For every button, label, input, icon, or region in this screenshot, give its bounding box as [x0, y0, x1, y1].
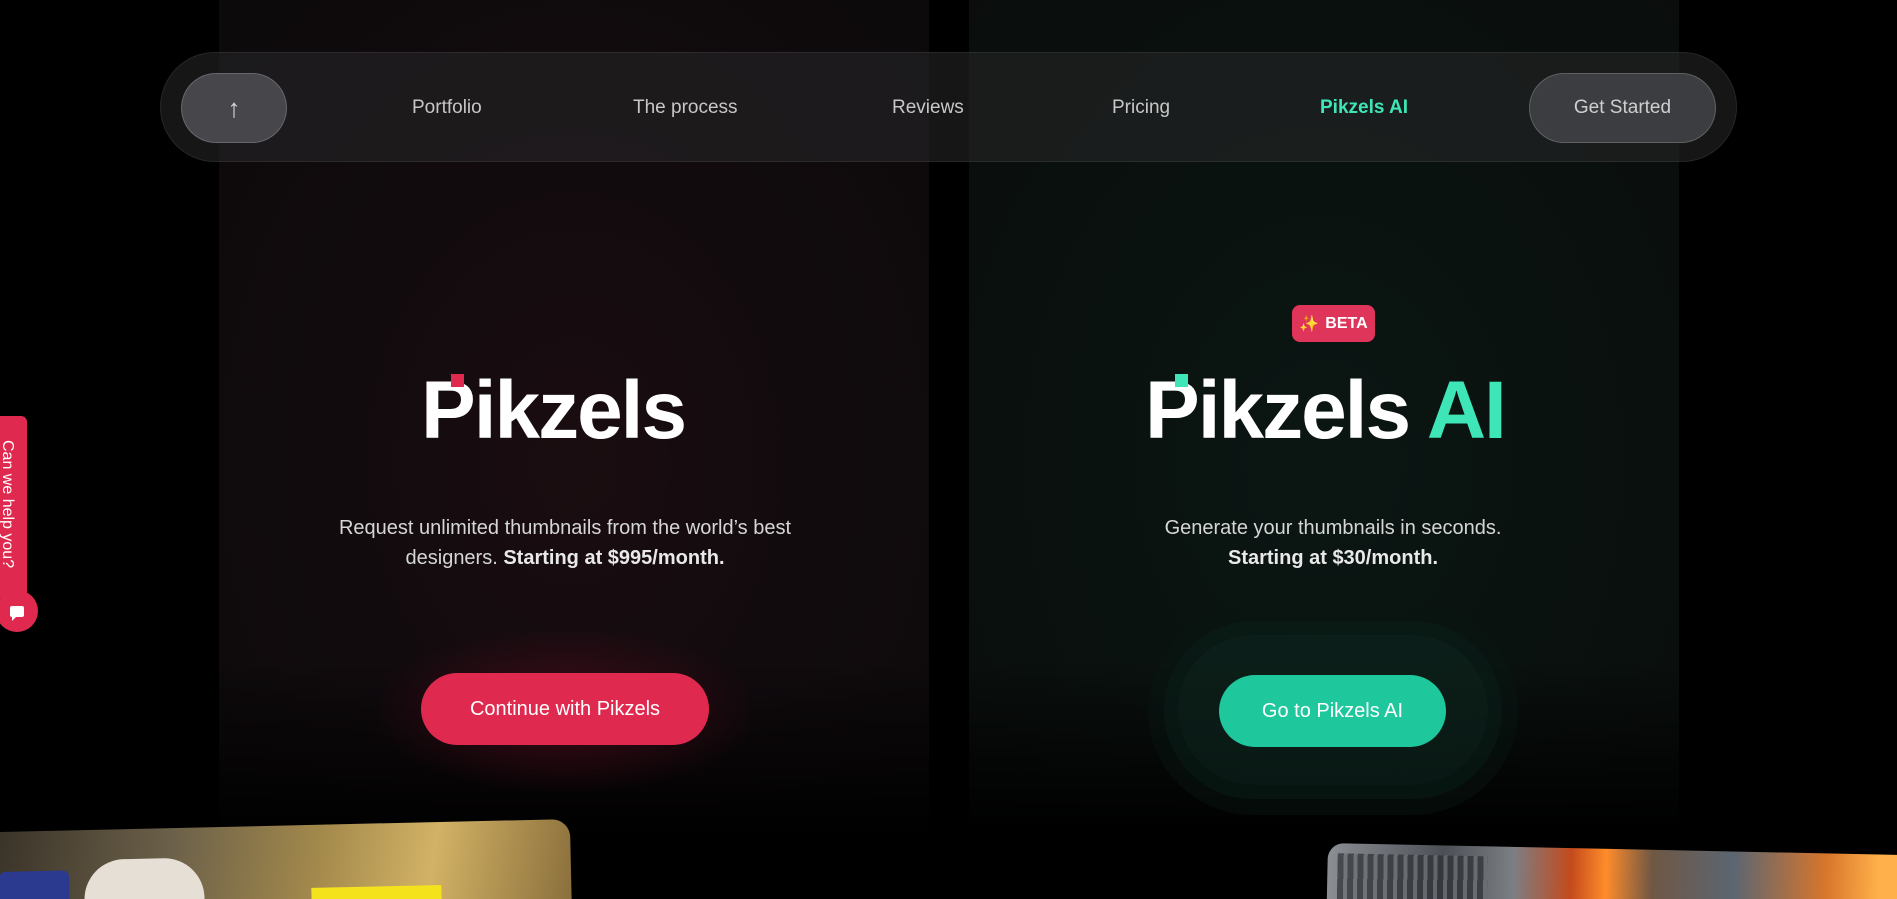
nav-link-pikzels-ai[interactable]: Pikzels AI	[1320, 53, 1408, 163]
nav-link-the-process[interactable]: The process	[633, 53, 738, 163]
page: ↑ Portfolio The process Reviews Pricing …	[0, 0, 1897, 899]
thumbnail-preview-image	[1326, 843, 1897, 899]
go-to-pikzels-ai-button[interactable]: Go to Pikzels AI	[1219, 675, 1446, 747]
pikzels-ai-description-text: Generate your thumbnails in seconds.	[1164, 517, 1502, 539]
pikzels-ai-price: Starting at $30/month.	[1227, 547, 1439, 569]
get-started-button[interactable]: Get Started	[1529, 73, 1716, 143]
nav-link-portfolio[interactable]: Portfolio	[412, 53, 482, 163]
thumbnail-preview-image	[0, 819, 572, 899]
pikzels-description: Request unlimited thumbnails from the wo…	[305, 513, 825, 573]
pikzels-ai-logo: Pikzels AI	[1145, 370, 1507, 452]
chat-icon[interactable]	[0, 590, 38, 632]
back-to-top-button[interactable]: ↑	[181, 73, 287, 143]
nav-link-reviews[interactable]: Reviews	[892, 53, 964, 163]
beta-badge: ✨ BETA	[1292, 305, 1375, 342]
beta-badge-label: BETA	[1325, 314, 1368, 332]
pikzels-price: Starting at $995/month.	[503, 547, 725, 569]
top-nav: ↑ Portfolio The process Reviews Pricing …	[160, 52, 1737, 162]
nav-link-pricing[interactable]: Pricing	[1112, 53, 1170, 163]
continue-with-pikzels-button[interactable]: Continue with Pikzels	[421, 673, 709, 745]
pikzels-logo: Pikzels	[421, 370, 687, 452]
pikzels-ai-logo-suffix: AI	[1426, 365, 1507, 456]
help-label[interactable]: Can we help you?	[0, 440, 16, 568]
pikzels-ai-description: Generate your thumbnails in seconds. Sta…	[1073, 513, 1593, 573]
sparkles-icon: ✨	[1299, 315, 1320, 333]
arrow-up-icon: ↑	[227, 92, 241, 123]
